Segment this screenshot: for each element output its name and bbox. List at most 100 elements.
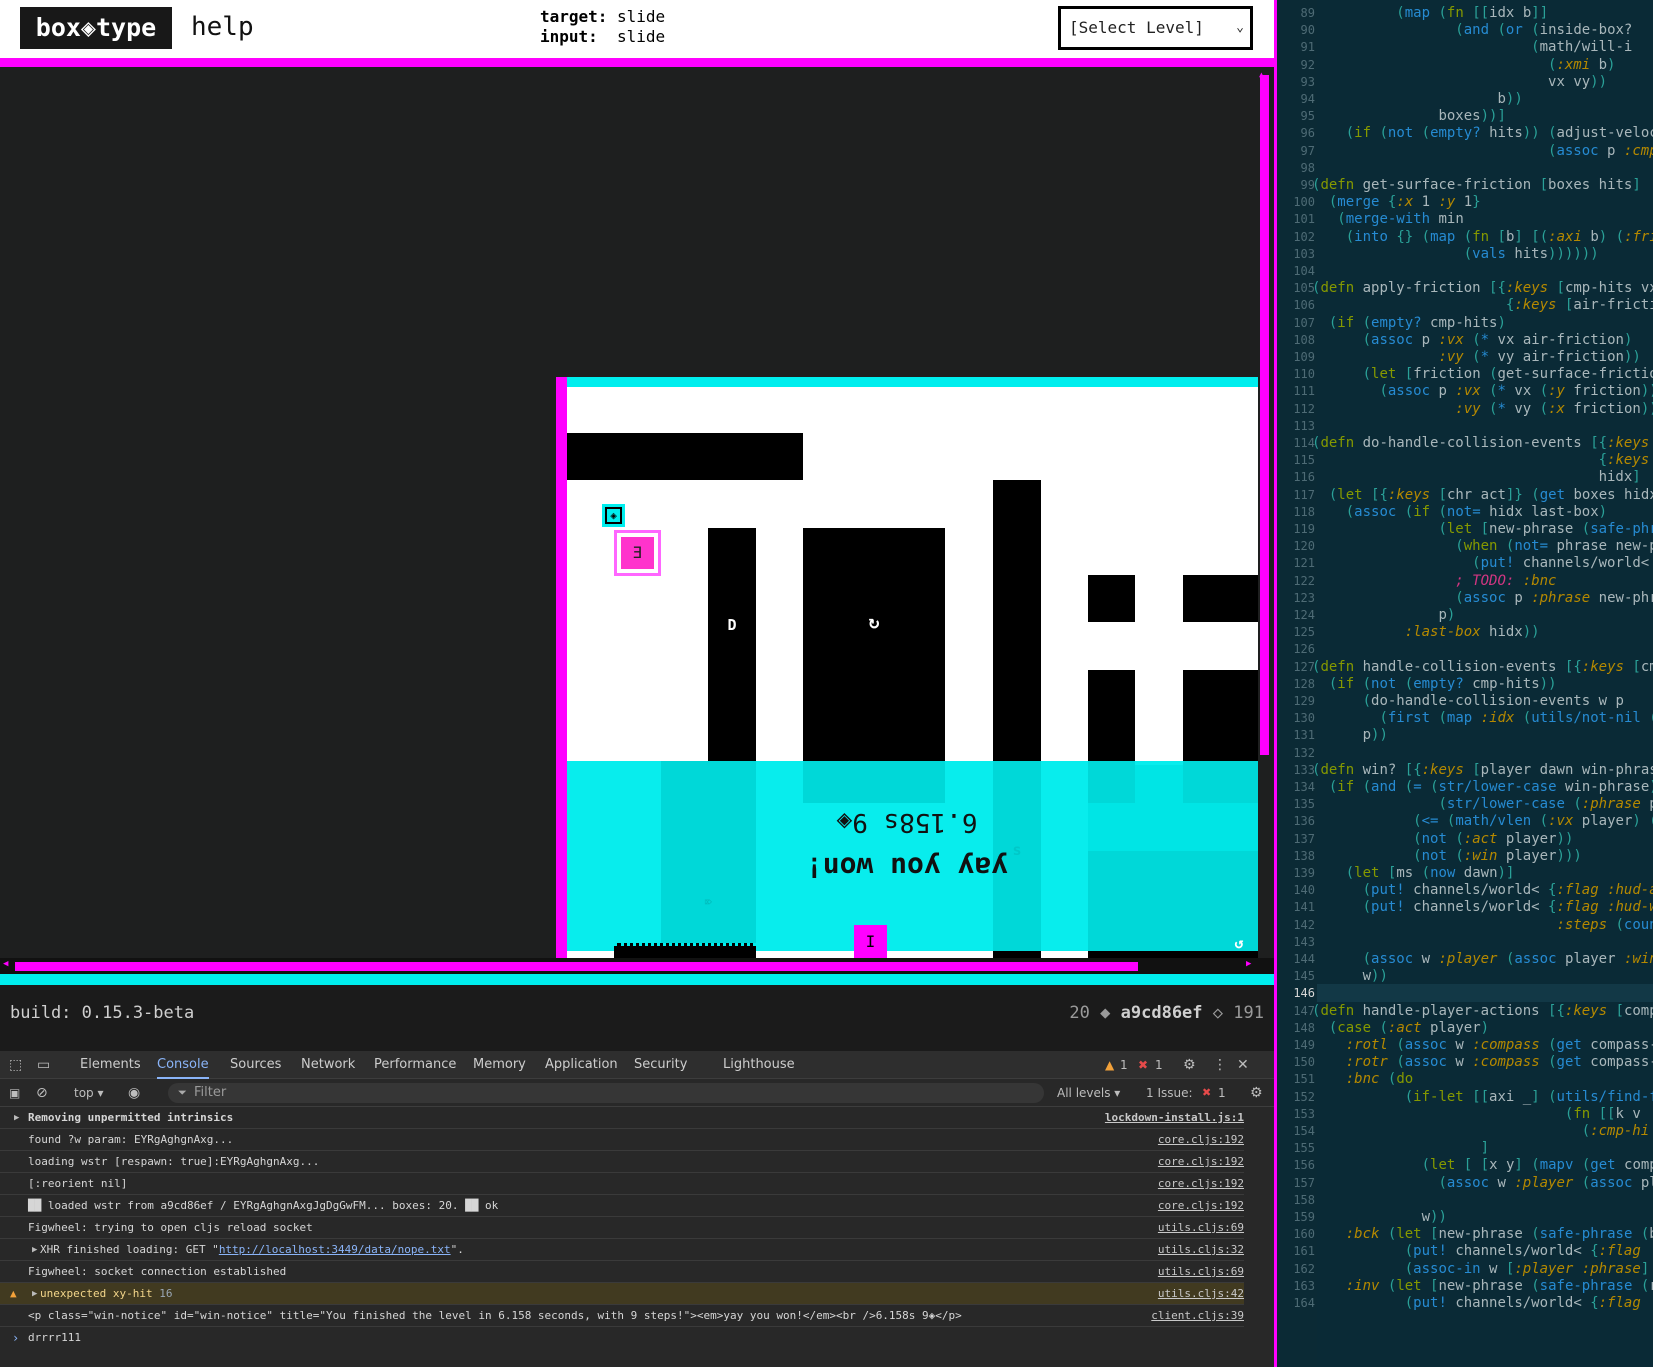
line-number: 161: [1293, 1244, 1315, 1259]
help-link[interactable]: help: [191, 9, 254, 45]
issue-count[interactable]: 1: [1218, 1079, 1226, 1107]
device-toolbar-icon[interactable]: ▭: [37, 1051, 50, 1079]
source-link[interactable]: core.cljs:192: [1158, 1195, 1244, 1216]
vertical-scrollbar[interactable]: [1260, 75, 1269, 755]
devtools-panel: ⬚ ▭ Elements Console Sources Network Per…: [0, 1051, 1274, 1367]
console-message[interactable]: loading wstr [respawn: true]:EYRgAghgnAx…: [0, 1151, 1244, 1173]
console-message[interactable]: Figwheel: socket connection established u…: [0, 1261, 1244, 1283]
eye-icon[interactable]: ◉: [128, 1079, 140, 1107]
sidebar-toggle-icon[interactable]: ▣: [9, 1079, 20, 1107]
source-link[interactable]: lockdown-install.js:1: [1105, 1107, 1244, 1128]
settings-gear-icon[interactable]: ⚙: [1183, 1051, 1196, 1079]
line-number: 118: [1293, 504, 1315, 519]
source-link[interactable]: client.cljs:39: [1151, 1305, 1244, 1326]
tab-elements[interactable]: Elements: [80, 1051, 141, 1079]
source-link[interactable]: utils.cljs:42: [1158, 1283, 1244, 1304]
console-message[interactable]: ██ loaded wstr from a9cd86ef / EYRgAghgn…: [0, 1195, 1244, 1217]
line-number: 145: [1293, 969, 1315, 984]
line-number: 97: [1300, 143, 1315, 158]
expand-triangle-icon[interactable]: ▶: [14, 1107, 19, 1128]
tab-security[interactable]: Security: [634, 1051, 687, 1079]
code-line: (if (empty? cmp-hits): [1328, 314, 1506, 331]
tab-performance[interactable]: Performance: [374, 1051, 456, 1079]
line-number: 133: [1293, 762, 1315, 777]
code-line: (let [new-phrase (safe-phras: [1438, 521, 1653, 537]
code-line: (assoc (if (not= hidx last-box): [1345, 503, 1608, 520]
line-number: 125: [1293, 625, 1315, 640]
line-number: 110: [1293, 367, 1315, 382]
inspect-icon[interactable]: ⬚: [9, 1051, 22, 1079]
prompt-text[interactable]: drrrr111: [28, 1331, 81, 1344]
source-link[interactable]: utils.cljs:32: [1158, 1239, 1244, 1260]
water-shade: [803, 761, 945, 803]
tab-console[interactable]: Console: [157, 1051, 209, 1079]
console-message[interactable]: ▶ Removing unpermitted intrinsics lockdown…: [0, 1107, 1244, 1129]
console-settings-icon[interactable]: ⚙: [1250, 1079, 1263, 1107]
log-levels-select[interactable]: All levels ▾: [1057, 1079, 1120, 1107]
tab-network[interactable]: Network: [301, 1051, 355, 1079]
tab-lighthouse[interactable]: Lighthouse: [723, 1051, 795, 1079]
message-text: <p class="win-notice" id="win-notice" ti…: [28, 1309, 962, 1322]
console-message[interactable]: Figwheel: trying to open cljs reload soc…: [0, 1217, 1244, 1239]
close-icon[interactable]: ✕: [1237, 1051, 1249, 1079]
filter-input[interactable]: ⏷ Filter: [168, 1083, 1044, 1103]
line-number: 105: [1293, 281, 1315, 296]
code-line: (vals hits)))))): [1463, 245, 1599, 262]
message-text-end: ".: [450, 1243, 464, 1256]
block-d: D: [708, 528, 756, 761]
console-message[interactable]: found ?w param: EYRgAghgnAxg... core.cljs…: [0, 1129, 1244, 1151]
console-warning[interactable]: ▲ ▶ unexpected xy-hit 16 utils.cljs:42: [0, 1283, 1244, 1305]
line-number: 106: [1293, 298, 1315, 313]
tab-memory[interactable]: Memory: [473, 1051, 526, 1079]
console-prompt[interactable]: › drrrr111: [0, 1327, 1244, 1349]
line-number: 99: [1300, 178, 1315, 192]
console-message[interactable]: <p class="win-notice" id="win-notice" ti…: [0, 1305, 1244, 1327]
code-line: ; TODO: :bnc: [1455, 572, 1557, 589]
block-undo: ↻: [803, 528, 945, 761]
line-number: 131: [1293, 728, 1315, 743]
tab-application[interactable]: Application: [545, 1051, 618, 1079]
console-message[interactable]: [:reorient nil] core.cljs:192: [0, 1173, 1244, 1195]
source-link[interactable]: core.cljs:192: [1158, 1173, 1244, 1194]
warning-count[interactable]: 1: [1120, 1051, 1128, 1079]
swirl-icon: ↺: [1234, 934, 1244, 952]
code-editor[interactable]: 89 90 91 92 93 94 95 96 97 98 99 100 101 102 103 104 105…: [1274, 0, 1653, 1367]
context-select[interactable]: top ▾: [74, 1079, 104, 1107]
filter-placeholder: Filter: [194, 1085, 227, 1100]
game-viewport[interactable]: ▲ ◈ E D ↻: [0, 67, 1274, 974]
code-line: (put! channels/world< {:flag :hud-ava: [1362, 882, 1653, 899]
scroll-left-arrow-icon[interactable]: ◀: [3, 959, 8, 969]
scroll-right-arrow-icon[interactable]: ▶: [1246, 959, 1251, 969]
line-number: 92: [1300, 57, 1315, 72]
level-stats: 20 ◆ a9cd86ef ◇ 191: [1069, 1003, 1264, 1023]
warning-icon[interactable]: ▲: [1105, 1051, 1114, 1079]
source-link[interactable]: utils.cljs:69: [1158, 1261, 1244, 1282]
level-select[interactable]: [Select Level] ⌄: [1058, 6, 1253, 50]
tab-sources[interactable]: Sources: [230, 1051, 281, 1079]
line-number: 115: [1293, 453, 1315, 468]
code-line: {:keys []: [1598, 452, 1650, 469]
issues-label[interactable]: 1 Issue:: [1146, 1079, 1193, 1107]
source-link[interactable]: core.cljs:192: [1158, 1151, 1244, 1172]
more-options-icon[interactable]: ⋮: [1213, 1051, 1227, 1079]
water-shade: [1088, 761, 1135, 803]
error-icon[interactable]: ✖: [1138, 1051, 1148, 1079]
line-number: 143: [1293, 934, 1315, 949]
line-number: 112: [1293, 401, 1315, 416]
issue-error-icon[interactable]: ✖: [1202, 1079, 1211, 1107]
source-link[interactable]: core.cljs:192: [1158, 1129, 1244, 1150]
code-line: boxes))]: [1438, 108, 1506, 125]
logo[interactable]: box◈type: [20, 7, 172, 49]
letter-box-e-inner: E: [621, 537, 654, 569]
expand-triangle-icon[interactable]: ▶: [32, 1283, 37, 1304]
line-number: 127: [1293, 659, 1315, 674]
clear-console-icon[interactable]: ⊘: [36, 1079, 48, 1107]
error-count[interactable]: 1: [1155, 1051, 1163, 1079]
line-number: 154: [1293, 1124, 1315, 1138]
expand-triangle-icon[interactable]: ▶: [32, 1239, 37, 1260]
console-message[interactable]: ▶ XHR finished loading: GET "http://local…: [0, 1239, 1244, 1261]
source-link[interactable]: utils.cljs:69: [1158, 1217, 1244, 1238]
line-number-gutter: 89 90 91 92 93 94 95 96 97 98 99 100 101 102 103 104 105…: [1277, 0, 1317, 1367]
xhr-url-link[interactable]: http://localhost:3449/data/nope.txt: [219, 1243, 451, 1256]
horizontal-scrollbar[interactable]: [15, 962, 1138, 971]
